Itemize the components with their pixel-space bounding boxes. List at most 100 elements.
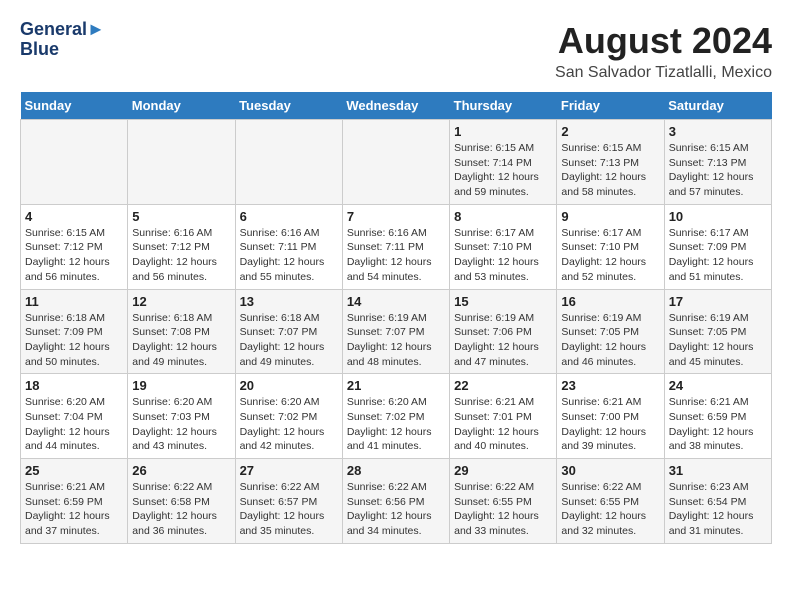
weekday-header: Monday: [128, 92, 235, 120]
calendar-cell: 28 Sunrise: 6:22 AMSunset: 6:56 PMDayligh…: [342, 459, 449, 544]
day-number: 18: [25, 378, 123, 393]
calendar-cell: 10 Sunrise: 6:17 AMSunset: 7:09 PMDayligh…: [664, 204, 771, 289]
day-number: 10: [669, 209, 767, 224]
day-number: 23: [561, 378, 659, 393]
day-number: 15: [454, 294, 552, 309]
day-detail: Sunrise: 6:22 AMSunset: 6:55 PMDaylight:…: [454, 480, 552, 539]
calendar-cell: 9 Sunrise: 6:17 AMSunset: 7:10 PMDaylight…: [557, 204, 664, 289]
calendar-cell: 26 Sunrise: 6:22 AMSunset: 6:58 PMDayligh…: [128, 459, 235, 544]
day-detail: Sunrise: 6:21 AMSunset: 7:00 PMDaylight:…: [561, 395, 659, 454]
day-detail: Sunrise: 6:18 AMSunset: 7:09 PMDaylight:…: [25, 311, 123, 370]
month-year: August 2024: [555, 20, 772, 62]
weekday-header: Tuesday: [235, 92, 342, 120]
weekday-header: Sunday: [21, 92, 128, 120]
day-number: 27: [240, 463, 338, 478]
day-detail: Sunrise: 6:15 AMSunset: 7:12 PMDaylight:…: [25, 226, 123, 285]
calendar-cell: 24 Sunrise: 6:21 AMSunset: 6:59 PMDayligh…: [664, 374, 771, 459]
day-detail: Sunrise: 6:15 AMSunset: 7:13 PMDaylight:…: [561, 141, 659, 200]
day-detail: Sunrise: 6:23 AMSunset: 6:54 PMDaylight:…: [669, 480, 767, 539]
calendar-cell: 23 Sunrise: 6:21 AMSunset: 7:00 PMDayligh…: [557, 374, 664, 459]
day-number: 9: [561, 209, 659, 224]
day-number: 30: [561, 463, 659, 478]
calendar-cell: 15 Sunrise: 6:19 AMSunset: 7:06 PMDayligh…: [450, 289, 557, 374]
weekday-header: Thursday: [450, 92, 557, 120]
day-detail: Sunrise: 6:20 AMSunset: 7:03 PMDaylight:…: [132, 395, 230, 454]
logo: General►Blue: [20, 20, 105, 60]
day-number: 1: [454, 124, 552, 139]
day-detail: Sunrise: 6:18 AMSunset: 7:07 PMDaylight:…: [240, 311, 338, 370]
calendar-cell: [235, 120, 342, 205]
location: San Salvador Tizatlalli, Mexico: [555, 64, 772, 82]
calendar-cell: 22Sunrise: 6:21 AMSunset: 7:01 PMDayligh…: [450, 374, 557, 459]
day-detail: Sunrise: 6:18 AMSunset: 7:08 PMDaylight:…: [132, 311, 230, 370]
day-number: 7: [347, 209, 445, 224]
day-detail: Sunrise: 6:21 AMSunset: 7:01 PMDaylight:…: [454, 395, 552, 454]
calendar-week-row: 4 Sunrise: 6:15 AMSunset: 7:12 PMDaylight…: [21, 204, 772, 289]
day-number: 14: [347, 294, 445, 309]
day-number: 4: [25, 209, 123, 224]
page-header: General►Blue August 2024 San Salvador Ti…: [20, 20, 772, 82]
calendar-cell: 11Sunrise: 6:18 AMSunset: 7:09 PMDayligh…: [21, 289, 128, 374]
calendar-cell: 2 Sunrise: 6:15 AMSunset: 7:13 PMDaylight…: [557, 120, 664, 205]
calendar-cell: 27 Sunrise: 6:22 AMSunset: 6:57 PMDayligh…: [235, 459, 342, 544]
day-number: 20: [240, 378, 338, 393]
calendar-table: SundayMondayTuesdayWednesdayThursdayFrid…: [20, 92, 772, 544]
calendar-cell: 5 Sunrise: 6:16 AMSunset: 7:12 PMDaylight…: [128, 204, 235, 289]
day-number: 25: [25, 463, 123, 478]
day-detail: Sunrise: 6:15 AMSunset: 7:13 PMDaylight:…: [669, 141, 767, 200]
day-number: 26: [132, 463, 230, 478]
calendar-cell: 21Sunrise: 6:20 AMSunset: 7:02 PMDayligh…: [342, 374, 449, 459]
calendar-cell: 29Sunrise: 6:22 AMSunset: 6:55 PMDayligh…: [450, 459, 557, 544]
day-number: 2: [561, 124, 659, 139]
logo-text: General►Blue: [20, 20, 105, 60]
calendar-cell: 13 Sunrise: 6:18 AMSunset: 7:07 PMDayligh…: [235, 289, 342, 374]
title-area: August 2024 San Salvador Tizatlalli, Mex…: [555, 20, 772, 82]
day-detail: Sunrise: 6:22 AMSunset: 6:58 PMDaylight:…: [132, 480, 230, 539]
day-detail: Sunrise: 6:16 AMSunset: 7:11 PMDaylight:…: [240, 226, 338, 285]
calendar-cell: 1 Sunrise: 6:15 AMSunset: 7:14 PMDaylight…: [450, 120, 557, 205]
day-detail: Sunrise: 6:19 AMSunset: 7:05 PMDaylight:…: [561, 311, 659, 370]
day-number: 19: [132, 378, 230, 393]
calendar-week-row: 1 Sunrise: 6:15 AMSunset: 7:14 PMDaylight…: [21, 120, 772, 205]
day-detail: Sunrise: 6:17 AMSunset: 7:10 PMDaylight:…: [561, 226, 659, 285]
day-number: 12: [132, 294, 230, 309]
day-number: 28: [347, 463, 445, 478]
day-detail: Sunrise: 6:21 AMSunset: 6:59 PMDaylight:…: [669, 395, 767, 454]
day-detail: Sunrise: 6:15 AMSunset: 7:14 PMDaylight:…: [454, 141, 552, 200]
day-detail: Sunrise: 6:22 AMSunset: 6:55 PMDaylight:…: [561, 480, 659, 539]
weekday-header: Friday: [557, 92, 664, 120]
calendar-cell: 14 Sunrise: 6:19 AMSunset: 7:07 PMDayligh…: [342, 289, 449, 374]
calendar-cell: 12 Sunrise: 6:18 AMSunset: 7:08 PMDayligh…: [128, 289, 235, 374]
calendar-cell: 6 Sunrise: 6:16 AMSunset: 7:11 PMDaylight…: [235, 204, 342, 289]
day-detail: Sunrise: 6:16 AMSunset: 7:11 PMDaylight:…: [347, 226, 445, 285]
day-detail: Sunrise: 6:20 AMSunset: 7:02 PMDaylight:…: [240, 395, 338, 454]
day-number: 16: [561, 294, 659, 309]
day-number: 6: [240, 209, 338, 224]
day-detail: Sunrise: 6:20 AMSunset: 7:04 PMDaylight:…: [25, 395, 123, 454]
day-detail: Sunrise: 6:19 AMSunset: 7:06 PMDaylight:…: [454, 311, 552, 370]
calendar-cell: [342, 120, 449, 205]
day-detail: Sunrise: 6:16 AMSunset: 7:12 PMDaylight:…: [132, 226, 230, 285]
day-detail: Sunrise: 6:17 AMSunset: 7:09 PMDaylight:…: [669, 226, 767, 285]
day-number: 31: [669, 463, 767, 478]
weekday-header: Saturday: [664, 92, 771, 120]
calendar-cell: [21, 120, 128, 205]
weekday-header-row: SundayMondayTuesdayWednesdayThursdayFrid…: [21, 92, 772, 120]
day-number: 24: [669, 378, 767, 393]
day-detail: Sunrise: 6:22 AMSunset: 6:57 PMDaylight:…: [240, 480, 338, 539]
day-number: 5: [132, 209, 230, 224]
day-detail: Sunrise: 6:19 AMSunset: 7:07 PMDaylight:…: [347, 311, 445, 370]
day-number: 13: [240, 294, 338, 309]
calendar-cell: 25 Sunrise: 6:21 AMSunset: 6:59 PMDayligh…: [21, 459, 128, 544]
day-detail: Sunrise: 6:17 AMSunset: 7:10 PMDaylight:…: [454, 226, 552, 285]
calendar-cell: 4 Sunrise: 6:15 AMSunset: 7:12 PMDaylight…: [21, 204, 128, 289]
calendar-cell: [128, 120, 235, 205]
day-detail: Sunrise: 6:21 AMSunset: 6:59 PMDaylight:…: [25, 480, 123, 539]
calendar-cell: 7 Sunrise: 6:16 AMSunset: 7:11 PMDaylight…: [342, 204, 449, 289]
calendar-week-row: 11Sunrise: 6:18 AMSunset: 7:09 PMDayligh…: [21, 289, 772, 374]
day-detail: Sunrise: 6:20 AMSunset: 7:02 PMDaylight:…: [347, 395, 445, 454]
weekday-header: Wednesday: [342, 92, 449, 120]
calendar-week-row: 25 Sunrise: 6:21 AMSunset: 6:59 PMDayligh…: [21, 459, 772, 544]
day-detail: Sunrise: 6:22 AMSunset: 6:56 PMDaylight:…: [347, 480, 445, 539]
day-number: 8: [454, 209, 552, 224]
